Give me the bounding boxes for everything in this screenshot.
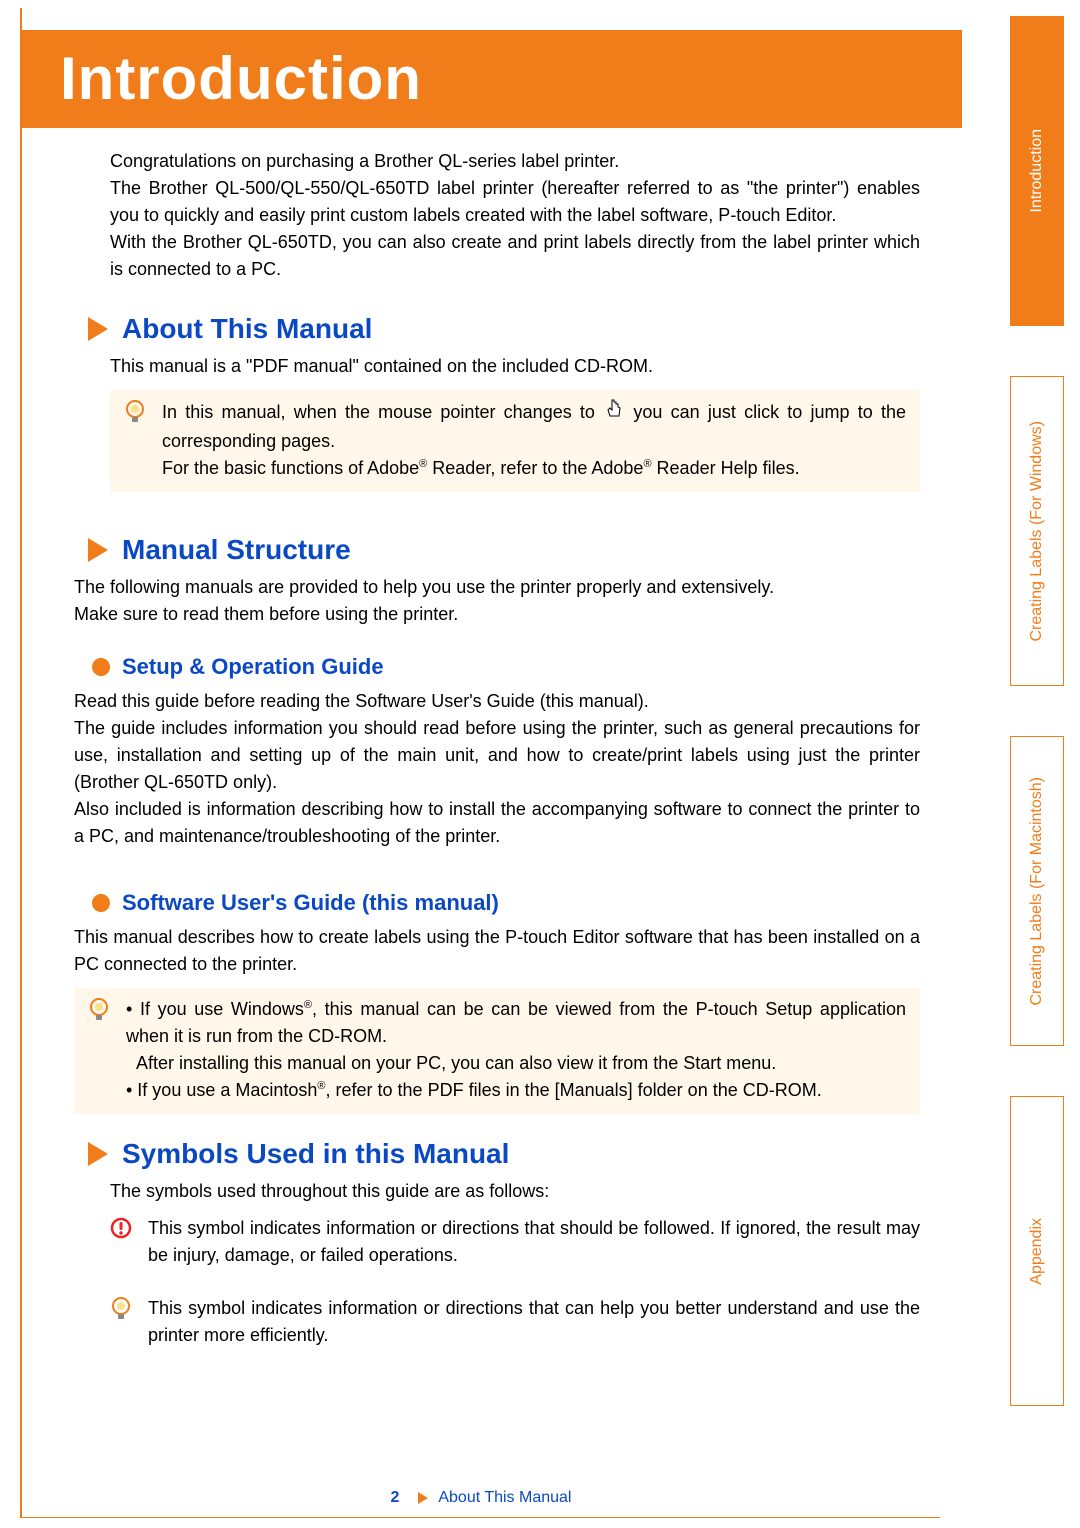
about-heading-text: About This Manual [122, 313, 372, 345]
symbol-warning-row: This symbol indicates information or dir… [110, 1215, 920, 1269]
lightbulb-icon [110, 1297, 134, 1328]
circle-bullet-icon [92, 894, 110, 912]
lightbulb-icon [124, 400, 148, 431]
software-tip-box: • If you use Windows®, this manual can b… [74, 988, 920, 1114]
circle-bullet-icon [92, 658, 110, 676]
intro-line-1: Congratulations on purchasing a Brother … [110, 148, 920, 175]
triangle-bullet-icon [88, 317, 108, 341]
tab-label: Creating Labels (For Windows) [1028, 403, 1046, 660]
footer-link[interactable]: About This Manual [438, 1489, 571, 1506]
intro-line-2: The Brother QL-500/QL-550/QL-650TD label… [110, 175, 920, 229]
intro-block: Congratulations on purchasing a Brother … [50, 148, 920, 283]
tab-creating-labels-macintosh[interactable]: Creating Labels (For Macintosh) [1010, 736, 1064, 1046]
sub-setup-heading: Setup & Operation Guide [92, 654, 920, 680]
structure-text-2: Make sure to read them before using the … [74, 601, 920, 628]
sub-software-heading: Software User's Guide (this manual) [92, 890, 920, 916]
tab-label: Introduction [1028, 111, 1046, 231]
section-symbols-heading: Symbols Used in this Manual [88, 1138, 920, 1170]
section-structure-heading: Manual Structure [88, 534, 920, 566]
tab-introduction[interactable]: Introduction [1010, 16, 1064, 326]
triangle-bullet-icon [418, 1492, 428, 1504]
symbol-tip-text: This symbol indicates information or dir… [148, 1295, 920, 1349]
page-footer: 2 About This Manual [22, 1489, 940, 1507]
tab-label: Creating Labels (For Macintosh) [1028, 759, 1046, 1024]
software-tip-text: • If you use Windows®, this manual can b… [126, 996, 906, 1104]
structure-text-1: The following manuals are provided to he… [74, 574, 920, 601]
tab-creating-labels-windows[interactable]: Creating Labels (For Windows) [1010, 376, 1064, 686]
section-about-heading: About This Manual [88, 313, 920, 345]
triangle-bullet-icon [88, 538, 108, 562]
setup-p2: The guide includes information you shoul… [74, 715, 920, 796]
structure-heading-text: Manual Structure [122, 534, 351, 566]
symbol-warning-text: This symbol indicates information or dir… [148, 1215, 920, 1269]
page-number: 2 [391, 1489, 400, 1506]
software-p1: This manual describes how to create labe… [74, 924, 920, 978]
triangle-bullet-icon [88, 1142, 108, 1166]
about-tip-text: In this manual, when the mouse pointer c… [162, 398, 906, 482]
tab-appendix[interactable]: Appendix [1010, 1096, 1064, 1406]
symbol-tip-row: This symbol indicates information or dir… [110, 1295, 920, 1349]
symbols-heading-text: Symbols Used in this Manual [122, 1138, 509, 1170]
page-title-banner: Introduction [22, 30, 962, 128]
tab-label: Appendix [1028, 1200, 1046, 1303]
symbols-intro: The symbols used throughout this guide a… [110, 1178, 920, 1205]
pointer-cursor-icon [605, 398, 623, 428]
about-tip-box: In this manual, when the mouse pointer c… [110, 390, 920, 492]
page-title: Introduction [60, 45, 422, 112]
setup-heading-text: Setup & Operation Guide [122, 654, 384, 680]
page-frame: Introduction Congratulations on purchasi… [20, 8, 940, 1518]
setup-p3: Also included is information describing … [74, 796, 920, 850]
content-area: Congratulations on purchasing a Brother … [50, 148, 920, 1363]
software-heading-text: Software User's Guide (this manual) [122, 890, 499, 916]
lightbulb-icon [88, 998, 112, 1029]
intro-line-3: With the Brother QL-650TD, you can also … [110, 229, 920, 283]
about-text: This manual is a "PDF manual" contained … [110, 353, 920, 380]
side-tabs: Introduction Creating Labels (For Window… [1010, 16, 1064, 1456]
setup-p1: Read this guide before reading the Softw… [74, 688, 920, 715]
warning-icon [110, 1217, 134, 1244]
